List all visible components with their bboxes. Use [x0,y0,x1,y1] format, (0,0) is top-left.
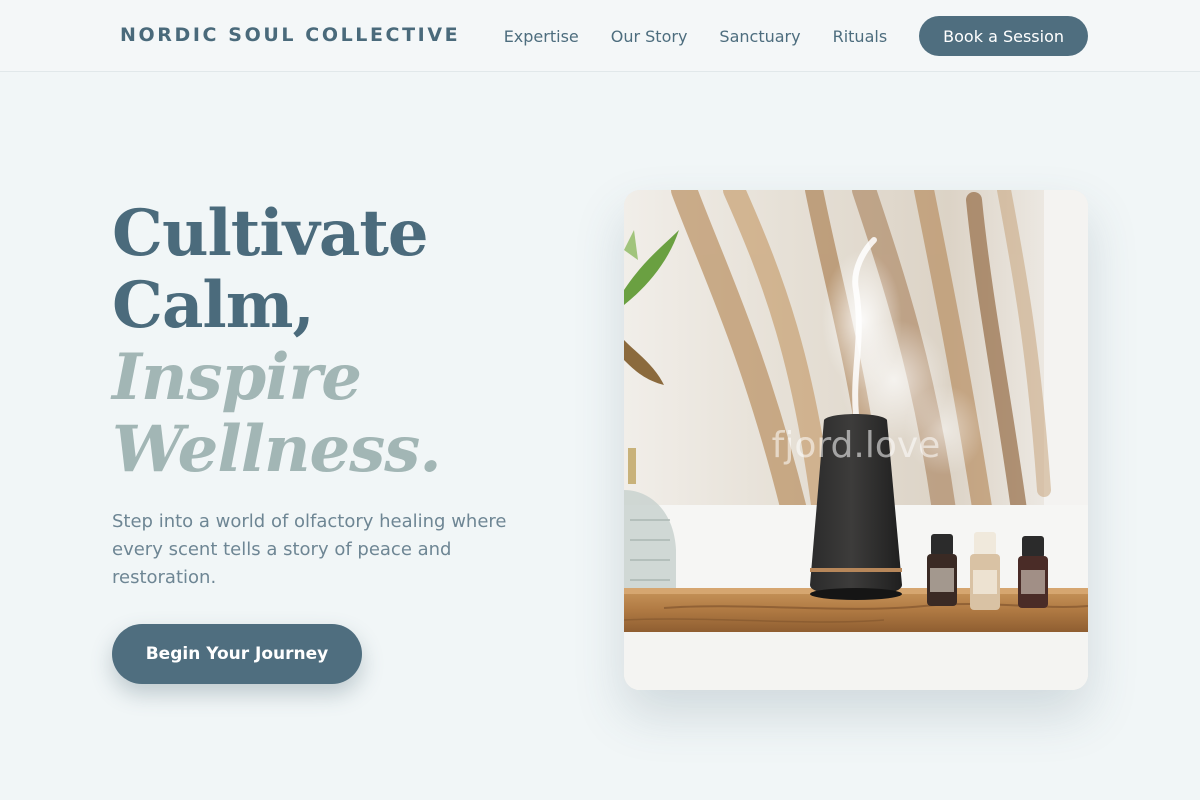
book-session-button[interactable]: Book a Session [919,16,1088,56]
hero-title: Cultivate Calm, Inspire Wellness. [112,196,442,487]
main-nav: Expertise Our Story Sanctuary Rituals Bo… [504,16,1088,56]
hero-title-line-2: Calm, [112,268,315,343]
nav-link-rituals[interactable]: Rituals [833,27,888,46]
nav-link-sanctuary[interactable]: Sanctuary [719,27,800,46]
begin-journey-button[interactable]: Begin Your Journey [112,624,362,684]
hero-title-line-4: Wellness. [112,412,442,487]
image-watermark: fjord.love [772,425,941,466]
hero-title-line-3: Inspire [112,340,362,415]
hero-subtitle: Step into a world of olfactory healing w… [112,511,507,588]
nav-link-expertise[interactable]: Expertise [504,27,579,46]
hero-image-aroma-diffuser: fjord.love [624,190,1088,690]
hero-title-line-1: Cultivate [112,196,429,271]
nav-link-our-story[interactable]: Our Story [611,27,688,46]
top-navbar: NORDIC SOUL COLLECTIVE Expertise Our Sto… [0,0,1200,72]
brand-logo-text[interactable]: NORDIC SOUL COLLECTIVE [120,24,460,46]
